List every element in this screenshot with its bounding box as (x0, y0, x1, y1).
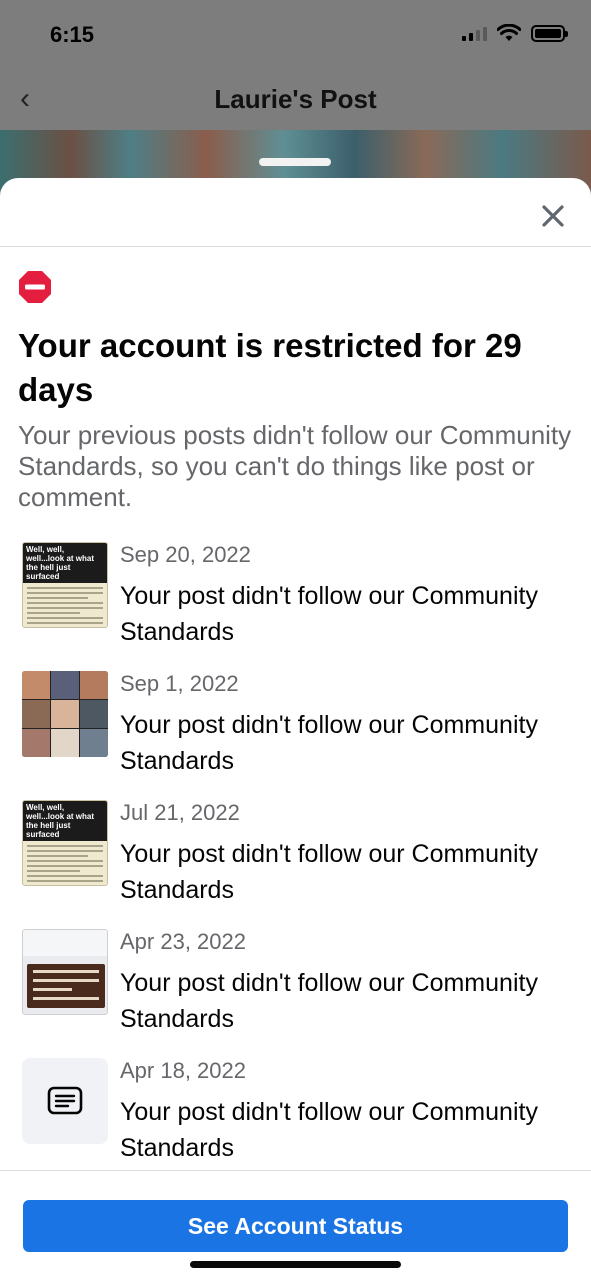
violation-item[interactable]: Apr 23, 2022 Your post didn't follow our… (22, 929, 572, 1049)
cellular-signal-icon (462, 25, 487, 41)
violation-date: Apr 23, 2022 (120, 929, 246, 954)
restriction-headline: Your account is restricted for 29 days (18, 327, 522, 408)
nav-title: Laurie's Post (214, 84, 377, 114)
status-bar: 6:15 (0, 0, 591, 72)
restriction-sheet: Your account is restricted for 29 days Y… (0, 178, 591, 1280)
close-button[interactable] (533, 196, 573, 236)
violation-date: Sep 20, 2022 (120, 542, 251, 567)
violation-date: Sep 1, 2022 (120, 671, 239, 696)
restriction-description: Your previous posts didn't follow our Co… (18, 420, 572, 512)
footer-divider (0, 1170, 591, 1171)
status-icons (462, 24, 568, 42)
stop-sign-icon (19, 271, 51, 303)
violation-date: Jul 21, 2022 (120, 800, 240, 825)
close-icon (542, 205, 564, 227)
violation-item[interactable]: Well, well, well...look at what the hell… (22, 542, 572, 662)
violation-message: Your post didn't follow our Community St… (120, 969, 538, 1033)
status-time: 6:15 (50, 22, 95, 47)
wifi-icon (497, 24, 521, 41)
post-thumbnail (22, 1058, 108, 1144)
home-indicator (190, 1261, 401, 1268)
post-thumbnail (22, 929, 108, 1015)
header-divider (0, 246, 591, 247)
violation-item[interactable]: Sep 1, 2022 Your post didn't follow our … (22, 671, 572, 791)
battery-icon (531, 24, 568, 42)
violation-item[interactable]: Well, well, well...look at what the hell… (22, 800, 572, 920)
sheet-grabber[interactable] (259, 158, 331, 166)
violation-date: Apr 18, 2022 (120, 1058, 246, 1083)
violation-message: Your post didn't follow our Community St… (120, 711, 538, 775)
see-account-status-button[interactable]: See Account Status (23, 1200, 568, 1252)
post-thumbnail: Well, well, well...look at what the hell… (22, 800, 108, 886)
post-thumbnail (22, 671, 108, 757)
text-post-icon (47, 1086, 83, 1115)
violation-message: Your post didn't follow our Community St… (120, 840, 538, 904)
post-nav-bar: ‹ Laurie's Post (0, 72, 591, 130)
violation-message: Your post didn't follow our Community St… (120, 582, 538, 646)
violation-message: Your post didn't follow our Community St… (120, 1098, 538, 1162)
post-thumbnail: Well, well, well...look at what the hell… (22, 542, 108, 628)
violation-item[interactable]: Apr 18, 2022 Your post didn't follow our… (22, 1058, 572, 1178)
